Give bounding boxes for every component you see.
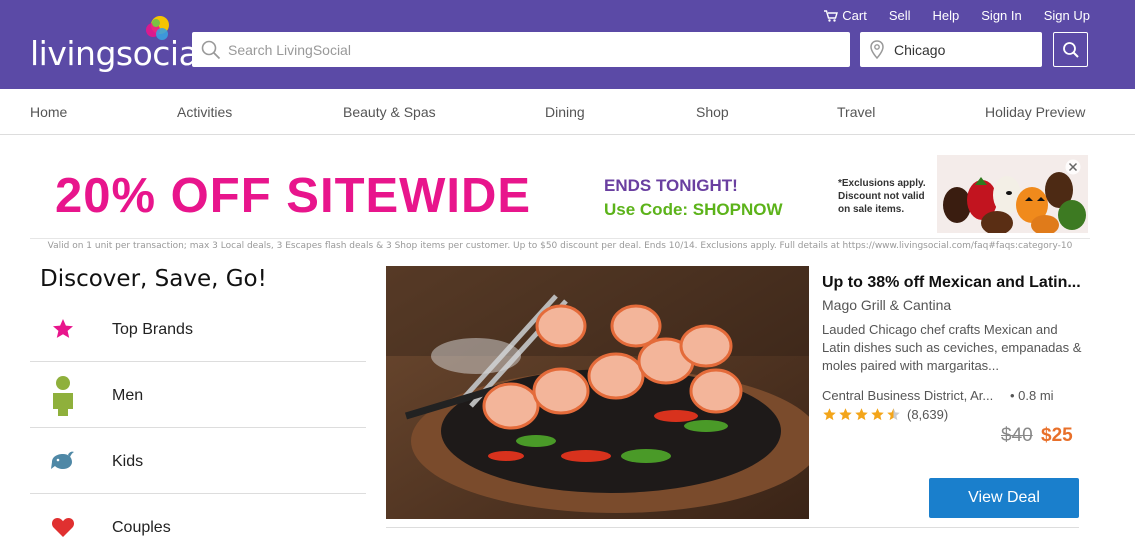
original-price: $40: [1001, 425, 1033, 446]
review-count: (8,639): [907, 407, 949, 422]
man-icon: [48, 376, 78, 416]
promo-headline: 20% OFF SITEWIDE: [55, 169, 532, 223]
deal-distance: • 0.8 mi: [1010, 388, 1054, 403]
discover-title: Discover, Save, Go!: [40, 266, 267, 292]
star-icon: [839, 408, 852, 421]
category-label: Couples: [112, 519, 171, 536]
deal-title[interactable]: Up to 38% off Mexican and Latin...: [822, 273, 1082, 293]
sign-up-link[interactable]: Sign Up: [1044, 7, 1090, 25]
category-kids[interactable]: Kids: [30, 428, 366, 494]
category-label: Kids: [112, 453, 144, 470]
category-label: Men: [112, 387, 144, 404]
category-men[interactable]: Men: [30, 362, 366, 428]
location-pin-icon: [870, 39, 884, 59]
search-submit-button[interactable]: [1053, 32, 1088, 67]
star-icon: [823, 408, 836, 421]
category-top-brands[interactable]: Top Brands: [30, 296, 366, 362]
star-icon: [48, 314, 78, 344]
search-placeholder: Search LivingSocial: [228, 41, 351, 58]
half-star-icon: [887, 408, 900, 421]
sell-link[interactable]: Sell: [889, 7, 911, 25]
deal-price: $25: [1041, 425, 1073, 446]
cart-link[interactable]: Cart: [824, 7, 867, 25]
search-icon: [1062, 41, 1079, 58]
star-icon: [871, 408, 884, 421]
nav-travel[interactable]: Travel: [837, 103, 875, 121]
deal-divider: [386, 527, 1079, 528]
promo-ends: ENDS TONIGHT!: [604, 176, 738, 195]
deal-rating: (8,639): [822, 407, 948, 422]
category-couples[interactable]: Couples: [30, 494, 366, 555]
nav-shop[interactable]: Shop: [696, 103, 729, 121]
nav-dining[interactable]: Dining: [545, 103, 585, 121]
promo-banner[interactable]: 20% OFF SITEWIDE ENDS TONIGHT! Use Code:…: [47, 155, 1088, 235]
nav-holiday-preview[interactable]: Holiday Preview: [985, 103, 1085, 121]
whale-icon: [48, 446, 78, 476]
utility-links: Cart Sell Help Sign In Sign Up: [802, 7, 1090, 25]
star-icon: [855, 408, 868, 421]
cart-label: Cart: [842, 8, 867, 23]
promo-code: Use Code: SHOPNOW: [604, 200, 783, 219]
promo-exclusions: *Exclusions apply. Discount not valid on…: [838, 178, 926, 215]
deal-image-shrimp-fajitas[interactable]: [386, 266, 809, 519]
deal-description: Lauded Chicago chef crafts Mexican and L…: [822, 322, 1082, 373]
category-label: Top Brands: [112, 321, 193, 338]
help-link[interactable]: Help: [933, 7, 960, 25]
sign-in-link[interactable]: Sign In: [981, 7, 1021, 25]
category-nav: Home Activities Beauty & Spas Dining Sho…: [0, 89, 1135, 135]
logo-text: livingsocial: [30, 34, 207, 73]
top-header: livingsocial Cart Sell Help Sign In Sign…: [0, 0, 1135, 89]
promo-fine-print: Valid on 1 unit per transaction; max 3 L…: [30, 238, 1090, 251]
search-icon: [201, 40, 221, 59]
rating-stars: [822, 407, 901, 422]
close-icon[interactable]: [1065, 159, 1081, 175]
cart-icon: [824, 10, 839, 22]
heart-icon: [48, 512, 78, 542]
deal-location: Central Business District, Ar...: [822, 388, 994, 403]
location-value: Chicago: [894, 41, 946, 58]
nav-home[interactable]: Home: [30, 103, 67, 121]
livingsocial-logo[interactable]: livingsocial: [30, 14, 207, 73]
deal-merchant: Mago Grill & Cantina: [822, 297, 952, 313]
location-input[interactable]: Chicago: [860, 32, 1042, 67]
search-input[interactable]: Search LivingSocial: [192, 32, 850, 67]
nav-beauty-spas[interactable]: Beauty & Spas: [343, 103, 436, 121]
view-deal-button[interactable]: View Deal: [929, 478, 1079, 518]
nav-activities[interactable]: Activities: [177, 103, 232, 121]
